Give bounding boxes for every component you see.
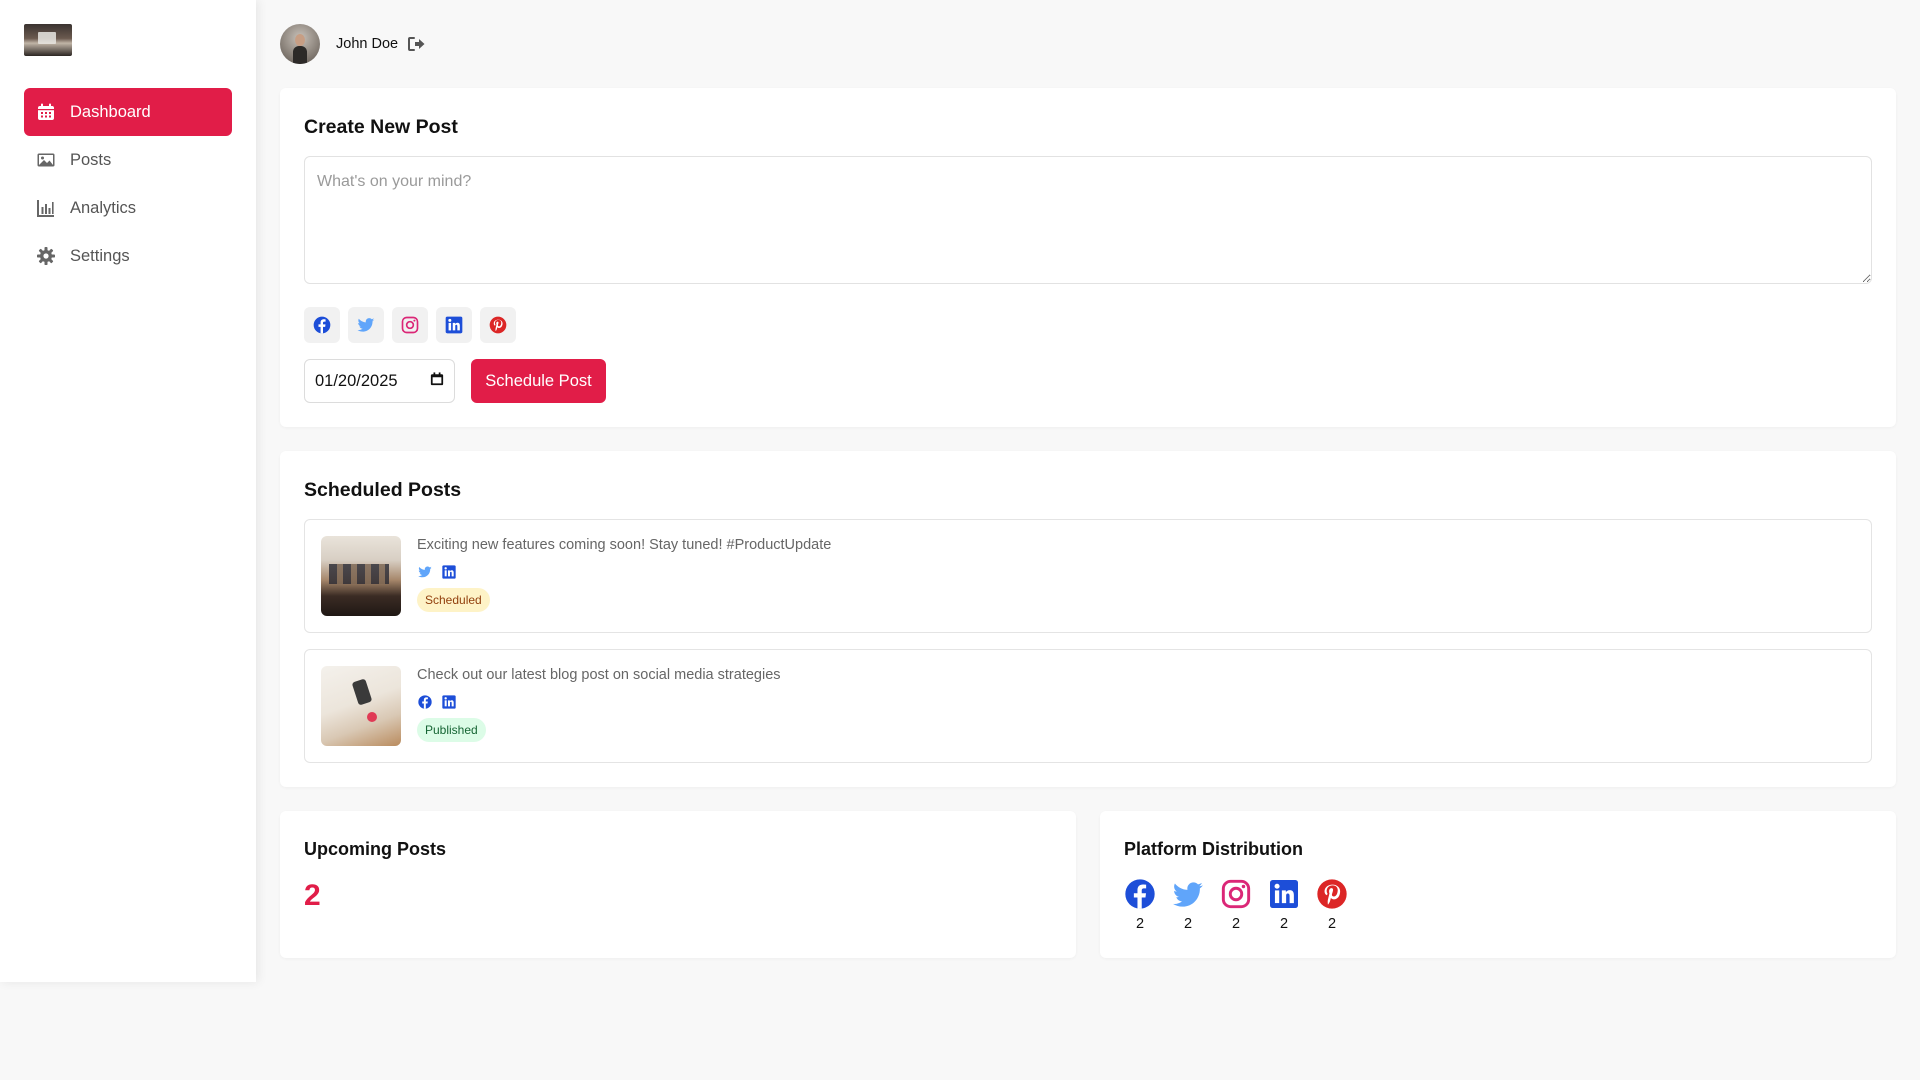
upcoming-posts-card: Upcoming Posts 2 xyxy=(280,811,1076,958)
twitter-icon xyxy=(418,566,432,578)
platform-toggle-twitter[interactable] xyxy=(348,307,384,343)
facebook-icon xyxy=(313,316,331,334)
image-icon xyxy=(36,150,56,170)
platform-toggle-pinterest[interactable] xyxy=(480,307,516,343)
sidebar-item-analytics[interactable]: Analytics xyxy=(24,184,232,232)
linkedin-icon xyxy=(442,695,456,709)
linkedin-icon xyxy=(1270,880,1298,908)
facebook-icon xyxy=(418,695,432,709)
calendar-picker-icon[interactable] xyxy=(430,371,444,391)
distribution-item-linkedin: 2 xyxy=(1268,878,1300,932)
logo[interactable] xyxy=(24,24,72,56)
date-value: 01/20/2025 xyxy=(315,371,398,390)
sidebar-item-label: Dashboard xyxy=(70,102,151,121)
platform-toggle-instagram[interactable] xyxy=(392,307,428,343)
calendar-icon xyxy=(36,102,56,122)
logout-icon[interactable] xyxy=(406,34,426,54)
chart-icon xyxy=(36,198,56,218)
distribution-item-facebook: 2 xyxy=(1124,878,1156,932)
post-content-input[interactable] xyxy=(304,156,1872,284)
pinterest-icon xyxy=(1317,879,1347,909)
user-name: John Doe xyxy=(336,36,399,52)
linkedin-icon xyxy=(445,316,463,334)
distribution-item-instagram: 2 xyxy=(1220,878,1252,932)
distribution-count: 2 xyxy=(1135,916,1145,932)
post-platforms xyxy=(417,564,457,580)
platform-toggle-facebook[interactable] xyxy=(304,307,340,343)
post-thumbnail xyxy=(321,536,401,616)
create-post-title: Create New Post xyxy=(304,116,458,138)
sidebar: Dashboard Posts Analytics Settings xyxy=(0,0,256,982)
post-thumbnail xyxy=(321,666,401,746)
instagram-icon xyxy=(1221,879,1251,909)
sidebar-item-label: Posts xyxy=(70,150,112,169)
post-platforms xyxy=(417,694,457,710)
platform-distribution-list: 2 2 2 2 2 xyxy=(1124,878,1348,932)
sidebar-nav: Dashboard Posts Analytics Settings xyxy=(24,88,232,280)
schedule-date-input[interactable]: 01/20/2025 xyxy=(304,359,455,403)
scheduled-posts-title: Scheduled Posts xyxy=(304,479,462,501)
twitter-icon xyxy=(1172,882,1203,907)
upcoming-posts-count: 2 xyxy=(304,879,321,912)
list-item[interactable]: Check out our latest blog post on social… xyxy=(304,649,1872,763)
platform-selector xyxy=(304,307,516,343)
post-text: Exciting new features coming soon! Stay … xyxy=(417,537,832,553)
sidebar-item-posts[interactable]: Posts xyxy=(24,136,232,184)
user-menu: John Doe xyxy=(280,24,426,64)
platform-distribution-card: Platform Distribution 2 2 2 2 2 xyxy=(1100,811,1896,958)
sidebar-item-dashboard[interactable]: Dashboard xyxy=(24,88,232,136)
platform-toggle-linkedin[interactable] xyxy=(436,307,472,343)
sidebar-item-settings[interactable]: Settings xyxy=(24,232,232,280)
schedule-post-button[interactable]: Schedule Post xyxy=(471,359,606,403)
platform-distribution-title: Platform Distribution xyxy=(1124,839,1303,859)
scheduled-posts-card: Scheduled Posts Exciting new features co… xyxy=(280,451,1896,787)
sidebar-item-label: Settings xyxy=(70,246,130,265)
distribution-item-pinterest: 2 xyxy=(1316,878,1348,932)
list-item[interactable]: Exciting new features coming soon! Stay … xyxy=(304,519,1872,633)
upcoming-posts-title: Upcoming Posts xyxy=(304,839,447,859)
linkedin-icon xyxy=(442,565,456,579)
status-badge: Published xyxy=(417,718,486,742)
distribution-count: 2 xyxy=(1327,916,1337,932)
facebook-icon xyxy=(1125,879,1155,909)
pinterest-icon xyxy=(489,316,507,334)
gear-icon xyxy=(36,246,56,266)
distribution-count: 2 xyxy=(1231,916,1241,932)
distribution-count: 2 xyxy=(1279,916,1289,932)
avatar[interactable] xyxy=(280,24,320,64)
sidebar-item-label: Analytics xyxy=(70,198,137,217)
status-badge: Scheduled xyxy=(417,588,490,612)
distribution-item-twitter: 2 xyxy=(1172,878,1204,932)
distribution-count: 2 xyxy=(1183,916,1193,932)
twitter-icon xyxy=(357,318,375,332)
post-text: Check out our latest blog post on social… xyxy=(417,667,781,683)
instagram-icon xyxy=(401,316,419,334)
create-post-card: Create New Post 01/20/2025 Schedule Post xyxy=(280,88,1896,427)
